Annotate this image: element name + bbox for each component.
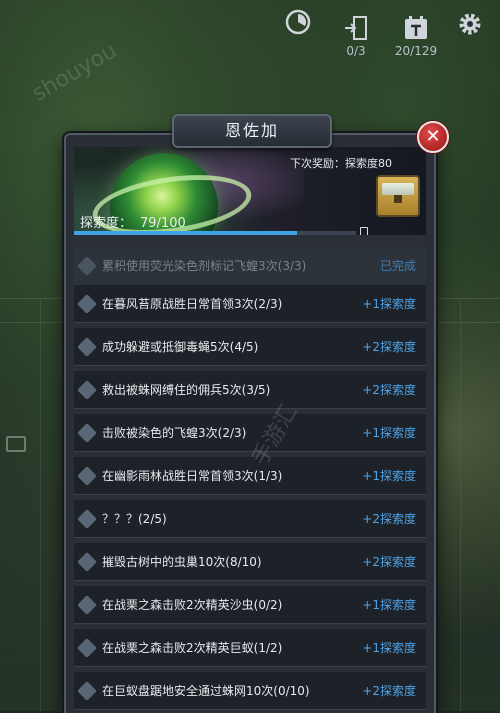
task-reward: +1探索度	[362, 297, 416, 311]
task-completed-label: 已完成	[379, 259, 416, 273]
exploration-banner: 下次奖励：探索度80 探索度： 79/100	[74, 147, 426, 235]
task-diamond-icon	[77, 380, 97, 400]
task-row[interactable]: 成功躲避或抵御毒蝇5次(4/5) +2探索度	[74, 328, 426, 366]
task-label: ？？？(2/5)	[102, 512, 167, 526]
task-reward: +1探索度	[362, 469, 416, 483]
task-row[interactable]: ？？？(2/5) +2探索度	[74, 500, 426, 538]
progress-cap-icon	[360, 227, 368, 235]
chat-icon[interactable]	[6, 436, 26, 452]
task-reward: +1探索度	[362, 641, 416, 655]
task-label: 成功躲避或抵御毒蝇5次(4/5)	[102, 340, 259, 354]
task-label: 在战栗之森击败2次精英沙虫(0/2)	[102, 598, 283, 612]
clock-icon	[285, 9, 311, 35]
task-diamond-icon	[77, 423, 97, 443]
progress-value: 79/100	[140, 216, 186, 231]
task-row[interactable]: 摧毁古树中的虫巢10次(8/10) +2探索度	[74, 543, 426, 581]
task-row[interactable]: 在战栗之森击败2次精英沙虫(0/2) +1探索度	[74, 586, 426, 624]
next-reward-label: 下次奖励：探索度80	[290, 157, 392, 170]
task-diamond-icon	[77, 552, 97, 572]
task-row[interactable]: 救出被蛛网缚住的佣兵5次(3/5) +2探索度	[74, 371, 426, 409]
gear-icon	[459, 13, 481, 35]
calendar-count: 20/129	[394, 44, 438, 58]
exploration-dialog: 下次奖励：探索度80 探索度： 79/100 累积使用荧光染色剂标记飞蝗3次(3/…	[64, 133, 436, 713]
task-label: 击败被染色的飞蝗3次(2/3)	[102, 426, 247, 440]
task-label: 在暮风苔原战胜日常首领3次(2/3)	[102, 297, 283, 311]
calendar-button[interactable]: 20/129	[390, 14, 442, 58]
close-button[interactable]: ✕	[417, 121, 449, 153]
progress-bar	[74, 231, 356, 235]
task-reward: +2探索度	[362, 555, 416, 569]
calendar-icon	[405, 16, 427, 39]
exit-count: 0/3	[346, 44, 366, 58]
progress-caption: 探索度：	[80, 216, 133, 231]
task-label: 在巨蚁盘踞地安全通过蛛网10次(0/10)	[102, 684, 310, 698]
task-diamond-icon	[77, 337, 97, 357]
task-row[interactable]: 击败被染色的飞蝗3次(2/3) +1探索度	[74, 414, 426, 452]
task-label: 摧毁古树中的虫巢10次(8/10)	[102, 555, 262, 569]
task-diamond-icon	[77, 466, 97, 486]
task-reward: +2探索度	[362, 340, 416, 354]
task-label: 在幽影雨林战胜日常首领3次(1/3)	[102, 469, 283, 483]
task-label: 救出被蛛网缚住的佣兵5次(3/5)	[102, 383, 271, 397]
task-label: 在战栗之森击败2次精英巨蚁(1/2)	[102, 641, 283, 655]
door-icon	[345, 16, 367, 40]
task-row[interactable]: 在巨蚁盘踞地安全通过蛛网10次(0/10) +2探索度	[74, 672, 426, 710]
dialog-title: 恩佐加	[172, 114, 332, 148]
timer-button[interactable]	[276, 8, 320, 36]
task-reward: +2探索度	[362, 512, 416, 526]
task-row[interactable]: 在战栗之森击败2次精英巨蚁(1/2) +1探索度	[74, 629, 426, 667]
task-reward: +2探索度	[362, 383, 416, 397]
task-label: 累积使用荧光染色剂标记飞蝗3次(3/3)	[102, 259, 307, 273]
task-diamond-icon	[77, 638, 97, 658]
task-diamond-icon	[77, 595, 97, 615]
task-reward: +1探索度	[362, 426, 416, 440]
reward-chest-icon[interactable]	[376, 175, 420, 217]
task-diamond-icon	[77, 509, 97, 529]
task-diamond-icon	[77, 294, 97, 314]
task-reward: +1探索度	[362, 598, 416, 612]
progress-label: 探索度： 79/100	[80, 212, 186, 231]
task-row[interactable]: 在幽影雨林战胜日常首领3次(1/3) +1探索度	[74, 457, 426, 495]
exit-button[interactable]: 0/3	[334, 14, 378, 58]
task-diamond-icon	[77, 681, 97, 701]
progress-bar-fill	[74, 231, 297, 235]
map-line	[40, 300, 41, 711]
task-row[interactable]: 在暮风苔原战胜日常首领3次(2/3) +1探索度	[74, 285, 426, 323]
task-reward: +2探索度	[362, 684, 416, 698]
task-row[interactable]: 累积使用荧光染色剂标记飞蝗3次(3/3) 已完成	[74, 247, 426, 285]
map-line	[460, 300, 461, 711]
task-diamond-icon	[77, 256, 97, 276]
settings-button[interactable]	[448, 10, 492, 38]
